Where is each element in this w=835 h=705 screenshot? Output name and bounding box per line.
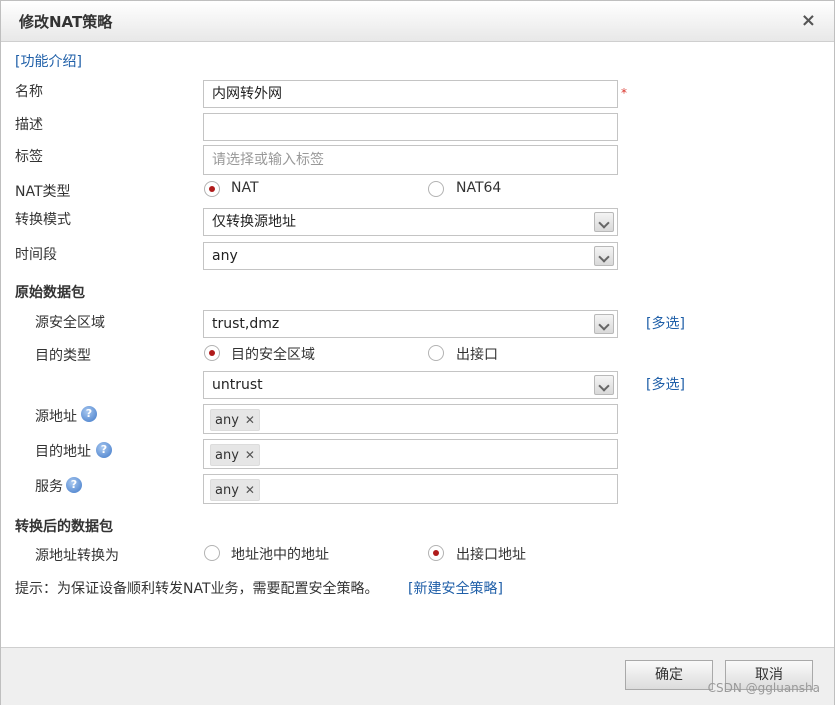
convert-mode-select[interactable]: 仅转换源地址 bbox=[203, 208, 618, 236]
remove-tag-icon[interactable]: ✕ bbox=[245, 483, 255, 497]
src-addr-tag-text: any bbox=[215, 413, 239, 428]
new-security-policy-link[interactable]: [新建安全策略] bbox=[408, 578, 503, 598]
src-addr-input[interactable]: any ✕ bbox=[203, 404, 618, 434]
chevron-down-icon[interactable] bbox=[594, 314, 614, 334]
help-icon[interactable]: ? bbox=[81, 406, 97, 422]
service-input[interactable]: any ✕ bbox=[203, 474, 618, 504]
dst-type-label: 目的类型 bbox=[35, 348, 91, 364]
hint-text: 提示：为保证设备顺利转发NAT业务，需要配置安全策略。 bbox=[15, 581, 379, 597]
help-icon[interactable]: ? bbox=[66, 477, 82, 493]
dst-type-radio-zone[interactable] bbox=[204, 345, 220, 361]
tags-input[interactable]: 请选择或输入标签 bbox=[203, 145, 618, 175]
dst-addr-input[interactable]: any ✕ bbox=[203, 439, 618, 469]
src-addr-tag: any ✕ bbox=[210, 409, 260, 431]
convert-mode-label: 转换模式 bbox=[15, 212, 71, 228]
help-icon[interactable]: ? bbox=[96, 442, 112, 458]
nat-type-option-nat64: NAT64 bbox=[456, 180, 502, 196]
chevron-down-icon[interactable] bbox=[594, 375, 614, 395]
dst-zone-select[interactable]: untrust bbox=[203, 371, 618, 399]
time-range-label: 时间段 bbox=[15, 247, 57, 263]
remove-tag-icon[interactable]: ✕ bbox=[245, 448, 255, 462]
nat-type-radio-nat64[interactable] bbox=[428, 181, 444, 197]
dst-addr-label: 目的地址 bbox=[35, 444, 91, 460]
ok-button[interactable]: 确定 bbox=[625, 660, 713, 690]
src-translate-radio-pool[interactable] bbox=[204, 545, 220, 561]
dst-type-option-zone: 目的安全区域 bbox=[231, 347, 315, 363]
feature-intro-link[interactable]: [功能介绍] bbox=[15, 51, 82, 71]
original-packet-heading: 原始数据包 bbox=[15, 285, 85, 301]
dialog-footer: 确定 取消 bbox=[1, 647, 834, 705]
nat-type-option-nat: NAT bbox=[231, 180, 259, 196]
time-range-value: any bbox=[212, 248, 238, 264]
nat-policy-dialog: 修改NAT策略 × [功能介绍] 名称 内网转外网 * 描述 标签 请选择或输入… bbox=[0, 0, 835, 705]
src-zone-label: 源安全区域 bbox=[35, 315, 105, 331]
dst-zone-value: untrust bbox=[212, 377, 263, 393]
remove-tag-icon[interactable]: ✕ bbox=[245, 413, 255, 427]
time-range-select[interactable]: any bbox=[203, 242, 618, 270]
src-translate-radio-interface[interactable] bbox=[428, 545, 444, 561]
dst-addr-tag: any ✕ bbox=[210, 444, 260, 466]
description-input[interactable] bbox=[203, 113, 618, 141]
dst-type-radio-interface[interactable] bbox=[428, 345, 444, 361]
tags-label: 标签 bbox=[15, 149, 43, 165]
dialog-title: 修改NAT策略 bbox=[19, 13, 113, 31]
src-zone-value: trust,dmz bbox=[212, 316, 280, 332]
name-label: 名称 bbox=[15, 84, 43, 100]
dst-type-option-interface: 出接口 bbox=[456, 347, 498, 363]
dst-addr-tag-text: any bbox=[215, 448, 239, 463]
description-label: 描述 bbox=[15, 117, 43, 133]
src-zone-multi-select-link[interactable]: [多选] bbox=[646, 313, 685, 333]
src-zone-select[interactable]: trust,dmz bbox=[203, 310, 618, 338]
nat-type-radio-nat[interactable] bbox=[204, 181, 220, 197]
service-tag-text: any bbox=[215, 483, 239, 498]
convert-mode-value: 仅转换源地址 bbox=[212, 214, 296, 230]
chevron-down-icon[interactable] bbox=[594, 212, 614, 232]
watermark: CSDN @ggluansha bbox=[707, 681, 820, 695]
src-translate-label: 源地址转换为 bbox=[35, 548, 119, 564]
chevron-down-icon[interactable] bbox=[594, 246, 614, 266]
src-addr-label: 源地址 bbox=[35, 409, 77, 425]
nat-type-label: NAT类型 bbox=[15, 184, 71, 200]
dialog-titlebar: 修改NAT策略 × bbox=[1, 1, 834, 42]
service-label: 服务 bbox=[35, 479, 63, 495]
name-input[interactable]: 内网转外网 bbox=[203, 80, 618, 108]
src-translate-option-pool: 地址池中的地址 bbox=[231, 547, 329, 563]
service-tag: any ✕ bbox=[210, 479, 260, 501]
required-mark: * bbox=[621, 86, 627, 100]
translated-packet-heading: 转换后的数据包 bbox=[15, 519, 113, 535]
src-translate-option-interface: 出接口地址 bbox=[456, 547, 526, 563]
dst-zone-multi-select-link[interactable]: [多选] bbox=[646, 374, 685, 394]
close-icon[interactable]: × bbox=[801, 10, 816, 31]
